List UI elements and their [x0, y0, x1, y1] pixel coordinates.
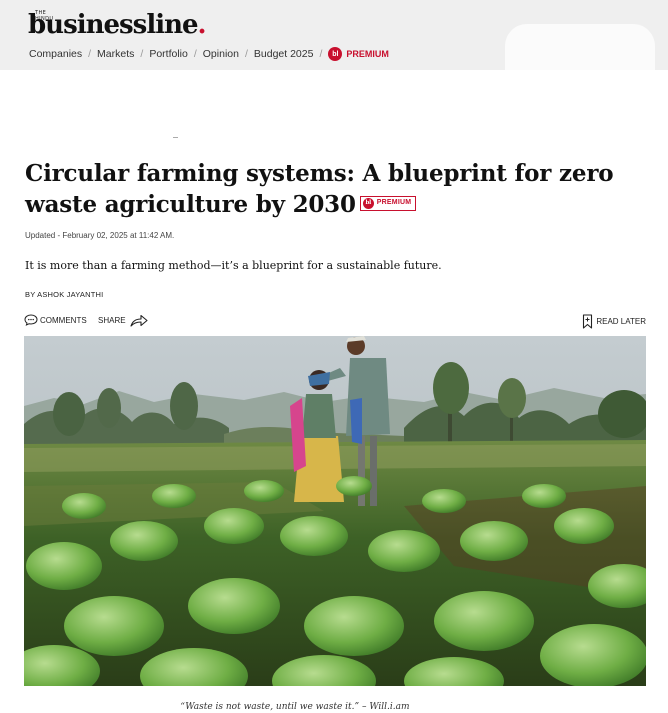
read-later-label: READ LATER [596, 317, 646, 326]
read-later-button[interactable]: READ LATER [582, 314, 646, 329]
nav-premium[interactable]: bl PREMIUM [328, 47, 389, 61]
logo-text: businessline [28, 10, 199, 40]
updated-timestamp: Updated - February 02, 2025 at 11:42 AM. [25, 231, 175, 240]
article-actions: COMMENTS SHARE READ LATER [24, 314, 646, 330]
nav-premium-label: PREMIUM [346, 49, 389, 59]
author-byline[interactable]: BY ASHOK JAYANTHI [25, 290, 103, 299]
share-label: SHARE [98, 316, 126, 325]
divider-mark [173, 137, 178, 138]
comments-label: COMMENTS [40, 315, 87, 325]
nav-separator: / [140, 48, 144, 60]
nav-separator: / [88, 48, 92, 60]
site-header: THE HINDU businessline. Companies / Mark… [0, 0, 668, 70]
headline-text: Circular farming systems: A blueprint fo… [25, 160, 614, 218]
logo-wordmark: businessline. [28, 10, 207, 40]
main-nav: Companies / Markets / Portfolio / Opinio… [29, 47, 389, 61]
nav-separator: / [244, 48, 248, 60]
article-headline: Circular farming systems: A blueprint fo… [25, 158, 645, 220]
comments-button[interactable]: COMMENTS [24, 314, 87, 326]
nav-opinion[interactable]: Opinion [203, 48, 239, 60]
bl-premium-icon: bl [328, 47, 343, 61]
photo-caption: “Waste is not waste, until we waste it.”… [180, 702, 410, 712]
bookmark-icon [582, 314, 593, 329]
nav-companies[interactable]: Companies [29, 48, 82, 60]
comment-bubble-icon [24, 314, 38, 326]
premium-tag-label: PREMIUM [376, 199, 412, 206]
nav-markets[interactable]: Markets [97, 48, 134, 60]
premium-tag: bl PREMIUM [359, 195, 417, 211]
share-arrow-icon [130, 314, 148, 327]
logo-dot: . [197, 10, 207, 40]
header-highlight [505, 24, 655, 70]
bl-premium-icon: bl [362, 197, 374, 209]
lead-photo [24, 336, 646, 686]
nav-budget-2025[interactable]: Budget 2025 [254, 48, 314, 60]
nav-separator: / [319, 48, 323, 60]
nav-portfolio[interactable]: Portfolio [149, 48, 188, 60]
nav-separator: / [193, 48, 197, 60]
share-button[interactable]: SHARE [98, 314, 148, 327]
article-standfirst: It is more than a farming method—it’s a … [25, 259, 442, 272]
